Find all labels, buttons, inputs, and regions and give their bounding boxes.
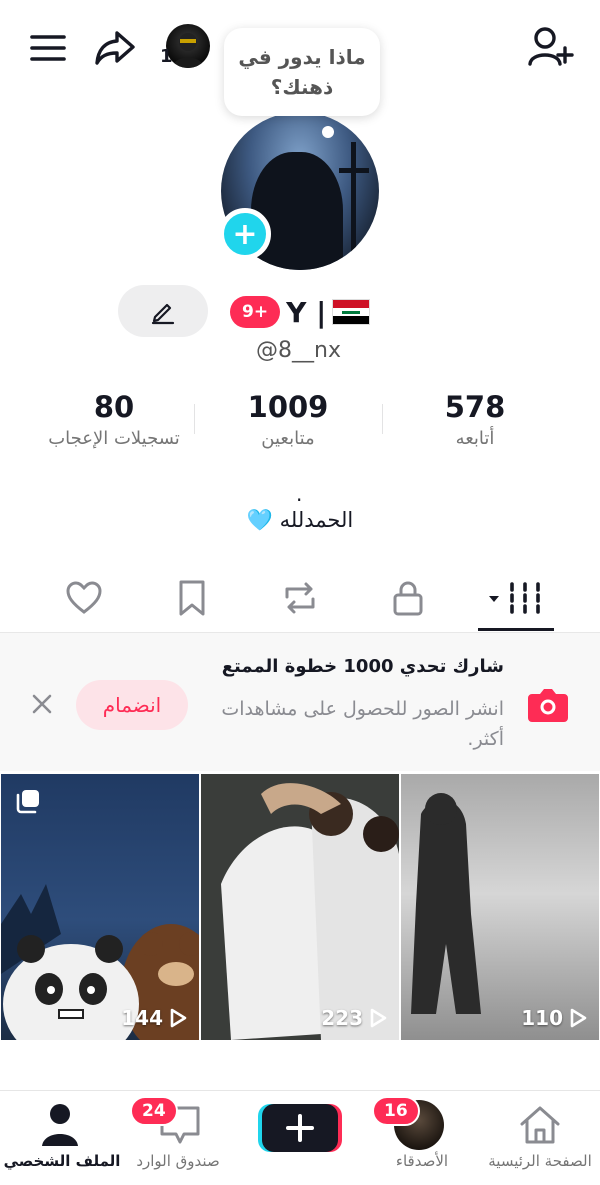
create-button[interactable] [258,1102,342,1154]
followers-label: متابعين [261,428,315,449]
inbox-count-badge: 24 [130,1096,178,1126]
view-count-value: 144 [121,1006,163,1030]
play-icon [570,1008,587,1028]
tab-reposts[interactable] [270,570,330,626]
add-avatar-plus-icon[interactable]: + [219,208,271,260]
profile-bio: الحمدلله 🩵 [246,508,354,532]
view-count: 144 [121,1006,187,1030]
view-count-value: 223 [321,1006,363,1030]
stat-followers[interactable]: 1009 متابعين [210,390,366,449]
video-thumbnail[interactable]: 110 [401,774,599,1040]
home-icon[interactable] [516,1102,564,1148]
active-tab-indicator [478,628,554,631]
followers-count: 1009 [247,390,329,424]
tab-videos[interactable] [480,570,550,626]
multi-photo-icon [16,790,39,814]
tab-private[interactable] [378,570,438,626]
tab-liked[interactable] [54,570,114,626]
lock-icon [393,581,423,616]
nav-profile-label[interactable]: الملف الشخصي [0,1152,132,1170]
stat-following[interactable]: 578 أتابعه [400,390,550,449]
pencil-icon [151,303,175,325]
notification-badge[interactable]: 9+ [230,296,281,328]
banner-title: شارك تحدي 1000 خطوة الممتع [221,656,504,677]
play-icon [370,1008,387,1028]
footballers-image [201,774,399,1040]
story-count: 1 [160,46,173,67]
plus-icon [258,1104,342,1152]
profile-icon[interactable] [40,1102,80,1146]
man-walking-image [411,793,481,1014]
thought-bubble[interactable]: ماذا يدور في ذهنك؟ [224,28,380,116]
thought-bubble-tail [322,126,334,138]
share-icon[interactable] [92,24,140,72]
video-thumbnail[interactable]: 223 [201,774,399,1040]
camera-icon [526,684,570,724]
banner-description: انشر الصور للحصول على مشاهدات أكثر. [221,698,504,750]
iraq-flag-icon [332,299,371,325]
close-icon[interactable] [28,690,56,718]
view-count-value: 110 [521,1006,563,1030]
view-count: 110 [521,1006,587,1030]
stat-likes: 80 تسجيلات الإعجاب [30,390,198,449]
menu-icon[interactable] [28,28,68,68]
stat-divider [382,404,383,434]
add-friend-icon[interactable] [526,24,576,72]
profile-name-row: 9+ Y | [230,292,371,332]
repost-icon [285,582,315,614]
profile-tabs [0,570,600,632]
likes-label: تسجيلات الإعجاب [48,428,180,449]
view-count: 223 [321,1006,387,1030]
story-avatar[interactable] [166,24,210,68]
following-count: 578 [444,390,506,424]
play-icon [170,1008,187,1028]
profile-handle: @8__nx [256,338,341,363]
tab-favorites[interactable] [162,570,222,626]
bio-dot: . [296,482,303,506]
stat-divider [194,404,195,434]
bookmark-icon [179,580,205,616]
join-challenge-button[interactable]: انضمام [76,680,188,730]
video-thumbnail[interactable]: 144 [1,774,199,1040]
heart-icon [66,581,102,614]
likes-count: 80 [93,390,135,424]
friends-count-badge: 16 [372,1096,420,1126]
grid-icon [489,582,540,614]
profile-name: Y | [286,295,327,329]
nav-friends-label[interactable]: الأصدقاء [352,1152,492,1170]
following-label: أتابعه [455,428,495,449]
edit-profile-button[interactable] [118,285,208,337]
